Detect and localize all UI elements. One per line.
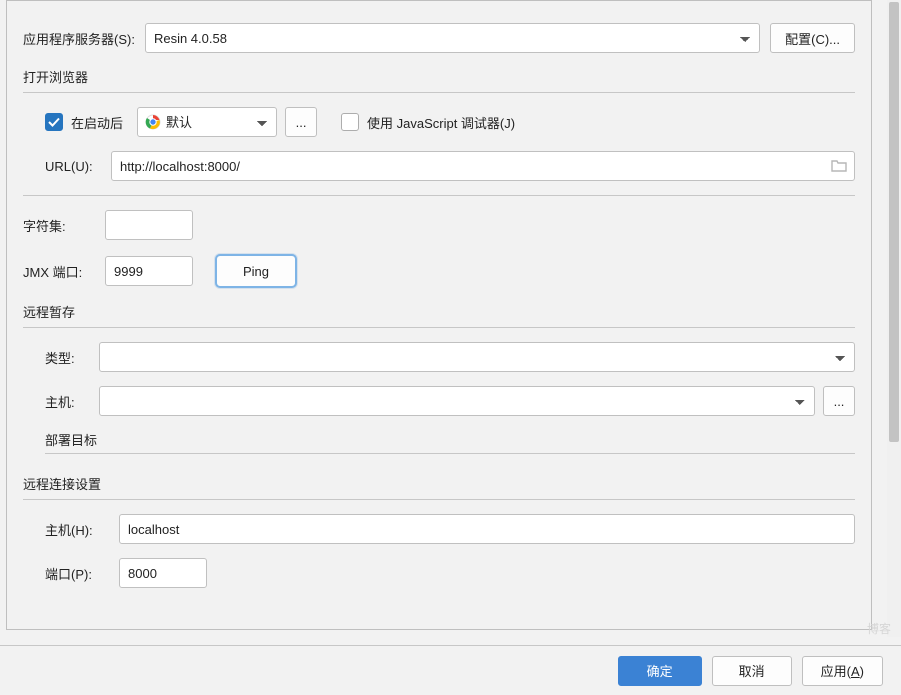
- after-start-label: 在启动后: [71, 113, 123, 132]
- charset-label: 字符集:: [23, 216, 95, 235]
- charset-input[interactable]: [105, 210, 193, 240]
- host-more-button[interactable]: ...: [823, 386, 855, 416]
- js-debugger-checkbox[interactable]: [341, 113, 359, 131]
- divider: [23, 92, 855, 93]
- remote-staging-title: 远程暂存: [23, 302, 855, 321]
- host-label: 主机:: [45, 392, 89, 411]
- type-label: 类型:: [45, 348, 89, 367]
- jmx-port-input[interactable]: [105, 256, 193, 286]
- divider: [23, 499, 855, 500]
- app-server-select[interactable]: Resin 4.0.58: [145, 23, 760, 53]
- browser-more-button[interactable]: ...: [285, 107, 317, 137]
- app-server-label: 应用程序服务器(S):: [23, 29, 135, 48]
- conn-host-label: 主机(H):: [45, 520, 109, 539]
- divider: [23, 327, 855, 328]
- cancel-button[interactable]: 取消: [712, 656, 792, 686]
- scrollbar[interactable]: [887, 0, 901, 637]
- folder-icon[interactable]: [831, 159, 847, 176]
- type-select[interactable]: [99, 342, 855, 372]
- conn-port-label: 端口(P):: [45, 564, 109, 583]
- deploy-target-label: 部署目标: [45, 430, 97, 449]
- open-browser-title: 打开浏览器: [23, 67, 855, 86]
- chrome-icon: [145, 114, 161, 130]
- watermark-text: 博客: [867, 620, 891, 637]
- divider: [23, 195, 855, 196]
- divider: [45, 453, 855, 454]
- url-input[interactable]: [111, 151, 855, 181]
- ping-button[interactable]: Ping: [215, 254, 297, 288]
- conn-host-input[interactable]: [119, 514, 855, 544]
- jmx-port-label: JMX 端口:: [23, 262, 95, 281]
- scrollbar-thumb[interactable]: [889, 2, 899, 442]
- ok-button[interactable]: 确定: [618, 656, 702, 686]
- host-select[interactable]: [99, 386, 815, 416]
- config-panel: 应用程序服务器(S): Resin 4.0.58 配置(C)... 打开浏览器 …: [6, 0, 872, 630]
- dialog-footer: 确定 取消 应用(A): [0, 645, 901, 695]
- url-label: URL(U):: [45, 159, 101, 174]
- conn-port-input[interactable]: [119, 558, 207, 588]
- remote-conn-title: 远程连接设置: [23, 474, 855, 493]
- js-debugger-label: 使用 JavaScript 调试器(J): [367, 113, 515, 132]
- configure-button[interactable]: 配置(C)...: [770, 23, 855, 53]
- after-start-checkbox[interactable]: [45, 113, 63, 131]
- apply-button[interactable]: 应用(A): [802, 656, 883, 686]
